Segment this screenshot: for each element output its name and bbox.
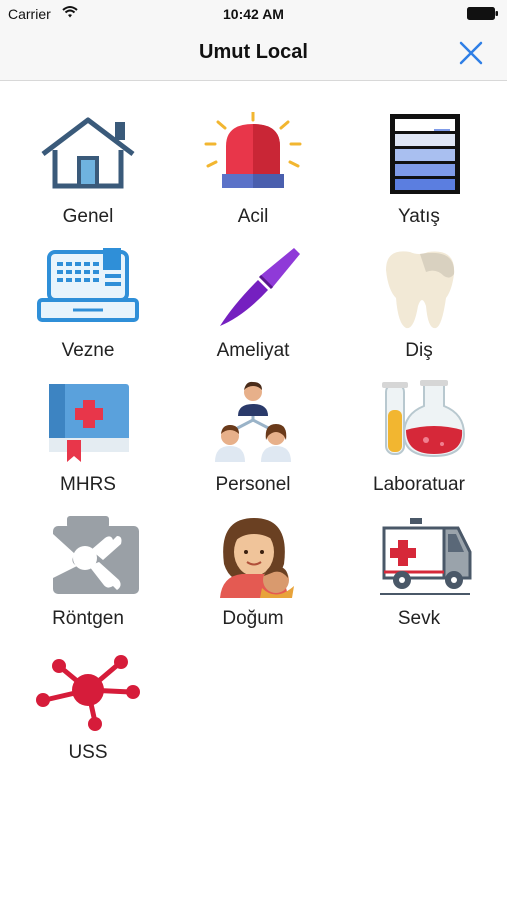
menu-item-dis[interactable]: Diş: [344, 246, 494, 376]
tooth-icon: [386, 251, 455, 329]
menu-item-ameliyat[interactable]: Ameliyat: [178, 246, 328, 376]
menu-item-vezne[interactable]: Vezne: [13, 246, 163, 376]
ward-shelf-icon: [390, 114, 460, 194]
staff-icon: [215, 381, 291, 462]
mother-baby-icon: [220, 518, 294, 598]
medical-book-icon: [49, 384, 129, 462]
page-title: Umut Local: [199, 41, 308, 63]
menu-item-genel[interactable]: Genel: [13, 112, 163, 242]
close-icon[interactable]: [457, 39, 485, 67]
lab-flask-icon: [382, 380, 466, 458]
menu-item-label: Yatış: [398, 206, 440, 227]
menu-item-label: Vezne: [61, 340, 115, 361]
menu-item-label: Doğum: [222, 608, 284, 629]
menu-item-label: USS: [68, 742, 108, 763]
menu-item-label: Genel: [62, 206, 114, 227]
menu-item-label: Sevk: [397, 608, 441, 629]
battery-icon: [467, 7, 498, 20]
menu-item-laboratuar[interactable]: Laboratuar: [344, 380, 494, 510]
menu-item-personel[interactable]: Personel: [178, 380, 328, 510]
house-icon: [41, 117, 135, 189]
ambulance-icon: [380, 518, 472, 595]
navigation-bar: Umut Local: [0, 28, 507, 81]
menu-item-yatis[interactable]: Yatış: [344, 112, 494, 242]
menu-item-dogum[interactable]: Doğum: [178, 514, 328, 644]
menu-item-label: Ameliyat: [216, 340, 290, 361]
scalpel-icon: [220, 248, 300, 326]
menu-item-label: Diş: [405, 340, 433, 361]
menu-item-acil[interactable]: Acil: [178, 112, 328, 242]
status-bar: Carrier 10:42 AM: [0, 0, 507, 28]
menu-item-rontgen[interactable]: Röntgen: [13, 514, 163, 644]
menu-item-mhrs[interactable]: MHRS: [13, 380, 163, 510]
network-icon: [36, 655, 140, 731]
menu-item-label: MHRS: [60, 474, 116, 495]
menu-item-label: Laboratuar: [373, 474, 465, 495]
siren-icon: [204, 112, 302, 188]
status-time: 10:42 AM: [223, 6, 284, 22]
cash-register-icon: [37, 248, 139, 322]
menu-item-label: Acil: [237, 206, 269, 227]
menu-item-label: Röntgen: [52, 608, 124, 629]
menu-item-sevk[interactable]: Sevk: [344, 514, 494, 644]
xray-icon: [53, 516, 139, 594]
menu-item-label: Personel: [215, 474, 291, 495]
menu-item-uss[interactable]: USS: [13, 648, 163, 778]
